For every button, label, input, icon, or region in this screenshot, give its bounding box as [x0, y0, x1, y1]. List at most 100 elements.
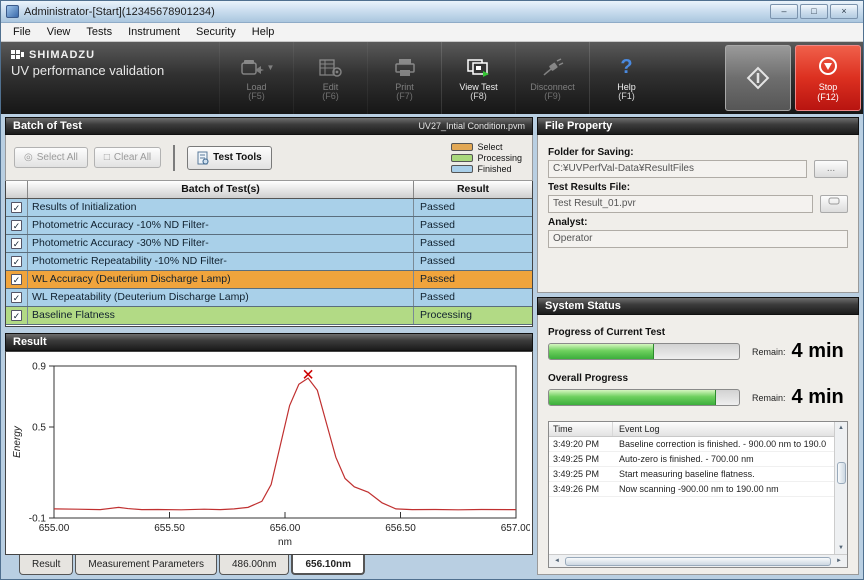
load-icon: ▼: [239, 54, 275, 82]
table-row[interactable]: ✓ Photometric Repeatability -10% ND Filt…: [6, 253, 532, 271]
svg-text:nm: nm: [278, 537, 292, 548]
print-button[interactable]: Print (F7): [367, 42, 441, 114]
event-log-row[interactable]: 3:49:26 PM Now scanning -900.00 nm to 19…: [549, 482, 834, 497]
system-status-body: Progress of Current Test Remain: 4 min O…: [537, 315, 859, 575]
help-button[interactable]: ? Help (F1): [589, 42, 663, 114]
file-property-body: Folder for Saving: C:¥UVPerfVal-Data¥Res…: [537, 135, 859, 293]
maximize-button[interactable]: □: [800, 4, 828, 19]
select-all-button[interactable]: ◎ Select All: [14, 147, 88, 168]
folder-label: Folder for Saving:: [548, 147, 848, 158]
result-chart: 0.90.5-0.1655.00655.50656.00656.50657.00…: [8, 354, 530, 552]
progress-fill: [549, 390, 716, 405]
clear-all-button[interactable]: □ Clear All: [94, 147, 161, 168]
table-row[interactable]: ✓ Results of Initialization Passed: [6, 199, 532, 217]
progress-fill: [549, 344, 654, 359]
row-checkbox[interactable]: ✓: [11, 274, 22, 285]
event-log-row[interactable]: 3:49:20 PM Baseline correction is finish…: [549, 437, 834, 452]
svg-text:657.00: 657.00: [501, 523, 530, 534]
event-log-header: Time Event Log: [549, 422, 834, 437]
stop-button[interactable]: Stop (F12): [795, 45, 861, 111]
legend-select-swatch: [451, 143, 473, 151]
folder-field[interactable]: C:¥UVPerfVal-Data¥ResultFiles: [548, 160, 807, 178]
result-panel-body: 0.90.5-0.1655.00655.50656.00656.50657.00…: [5, 351, 533, 555]
analyst-field[interactable]: Operator: [548, 230, 848, 248]
overall-remain-value: 4 min: [792, 386, 844, 409]
test-results-file-field[interactable]: Test Result_01.pvr: [548, 195, 813, 213]
row-checkbox[interactable]: ✓: [11, 256, 22, 267]
edit-button[interactable]: Edit (F6): [293, 42, 367, 114]
svg-text:656.50: 656.50: [385, 523, 416, 534]
view-test-button[interactable]: View Test (F8): [441, 42, 515, 114]
table-row[interactable]: ✓ Baseline Flatness Processing: [6, 307, 532, 325]
print-icon: [392, 54, 418, 82]
menu-instrument[interactable]: Instrument: [120, 25, 188, 39]
row-checkbox[interactable]: ✓: [11, 310, 22, 321]
svg-text:0.5: 0.5: [32, 422, 46, 433]
analyst-label: Analyst:: [548, 217, 848, 228]
load-dropdown-icon[interactable]: ▼: [267, 63, 275, 72]
row-checkbox[interactable]: ✓: [11, 238, 22, 249]
scroll-right-icon[interactable]: ►: [833, 558, 845, 564]
test-results-file-label: Test Results File:: [548, 182, 848, 193]
event-log-row[interactable]: 3:49:25 PM Start measuring baseline flat…: [549, 467, 834, 482]
clear-all-icon: □: [104, 152, 110, 163]
menu-help[interactable]: Help: [244, 25, 283, 39]
overall-progress-bar: [548, 389, 740, 406]
menu-security[interactable]: Security: [188, 25, 244, 39]
result-panel-title: Result: [13, 336, 47, 348]
menu-view[interactable]: View: [39, 25, 79, 39]
file-property-header: File Property: [537, 117, 859, 135]
event-log-row[interactable]: 3:49:25 PM Auto-zero is finished. - 700.…: [549, 452, 834, 467]
close-button[interactable]: ×: [830, 4, 858, 19]
row-checkbox[interactable]: ✓: [11, 202, 22, 213]
legend-finished-swatch: [451, 165, 473, 173]
overall-progress-label: Overall Progress: [548, 373, 848, 384]
row-checkbox[interactable]: ✓: [11, 292, 22, 303]
svg-text:0.9: 0.9: [32, 362, 46, 373]
stop-icon: [814, 54, 842, 82]
start-button[interactable]: [725, 45, 791, 111]
file-property-title: File Property: [545, 120, 612, 132]
system-status-title: System Status: [545, 300, 621, 312]
event-log-vscrollbar[interactable]: ▲ ▼: [834, 422, 847, 554]
svg-text:Energy: Energy: [12, 425, 23, 458]
load-button[interactable]: ▼ Load (F5): [219, 42, 293, 114]
file-options-button[interactable]: [820, 195, 848, 213]
table-row[interactable]: ✓ WL Repeatability (Deuterium Discharge …: [6, 289, 532, 307]
tab-measurement-parameters[interactable]: Measurement Parameters: [75, 555, 217, 575]
scroll-up-icon[interactable]: ▲: [838, 422, 844, 434]
row-checkbox[interactable]: ✓: [11, 220, 22, 231]
disconnect-button[interactable]: Disconnect (F9): [515, 42, 589, 114]
menu-file[interactable]: File: [5, 25, 39, 39]
minimize-button[interactable]: –: [770, 4, 798, 19]
svg-text:655.50: 655.50: [154, 523, 185, 534]
event-log-hscrollbar[interactable]: ◄ ►: [549, 554, 847, 567]
view-test-icon: [465, 54, 493, 82]
select-all-icon: ◎: [24, 152, 33, 163]
app-window: Administrator-[Start](12345678901234) – …: [0, 0, 864, 580]
menu-bar: File View Tests Instrument Security Help: [1, 23, 863, 42]
edit-icon: [318, 54, 344, 82]
tab-656nm[interactable]: 656.10nm: [291, 555, 365, 575]
current-test-progress-label: Progress of Current Test: [548, 327, 848, 338]
table-row[interactable]: ✓ WL Accuracy (Deuterium Discharge Lamp)…: [6, 271, 532, 289]
test-tools-button[interactable]: Test Tools: [187, 146, 272, 170]
toolbar: SHIMADZU UV performance validation ▼ Loa…: [1, 42, 863, 114]
current-test-remain-value: 4 min: [792, 340, 844, 363]
title-bar[interactable]: Administrator-[Start](12345678901234) – …: [1, 1, 863, 23]
brand-block: SHIMADZU UV performance validation: [1, 42, 219, 114]
menu-tests[interactable]: Tests: [78, 25, 120, 39]
help-icon: ?: [620, 54, 632, 82]
table-row[interactable]: ✓ Photometric Accuracy -10% ND Filter- P…: [6, 217, 532, 235]
svg-text:656.00: 656.00: [270, 523, 301, 534]
remain-label: Remain:: [752, 347, 786, 357]
scroll-left-icon[interactable]: ◄: [551, 558, 563, 564]
hscroll-thumb[interactable]: [565, 557, 831, 566]
table-row[interactable]: ✓ Photometric Accuracy -30% ND Filter- P…: [6, 235, 532, 253]
scroll-down-icon[interactable]: ▼: [838, 542, 844, 554]
tab-486nm[interactable]: 486.00nm: [219, 555, 289, 575]
tab-result[interactable]: Result: [19, 555, 73, 575]
vscroll-thumb[interactable]: [837, 462, 846, 484]
batch-panel-title: Batch of Test: [13, 120, 82, 132]
browse-folder-button[interactable]: ...: [814, 160, 848, 178]
